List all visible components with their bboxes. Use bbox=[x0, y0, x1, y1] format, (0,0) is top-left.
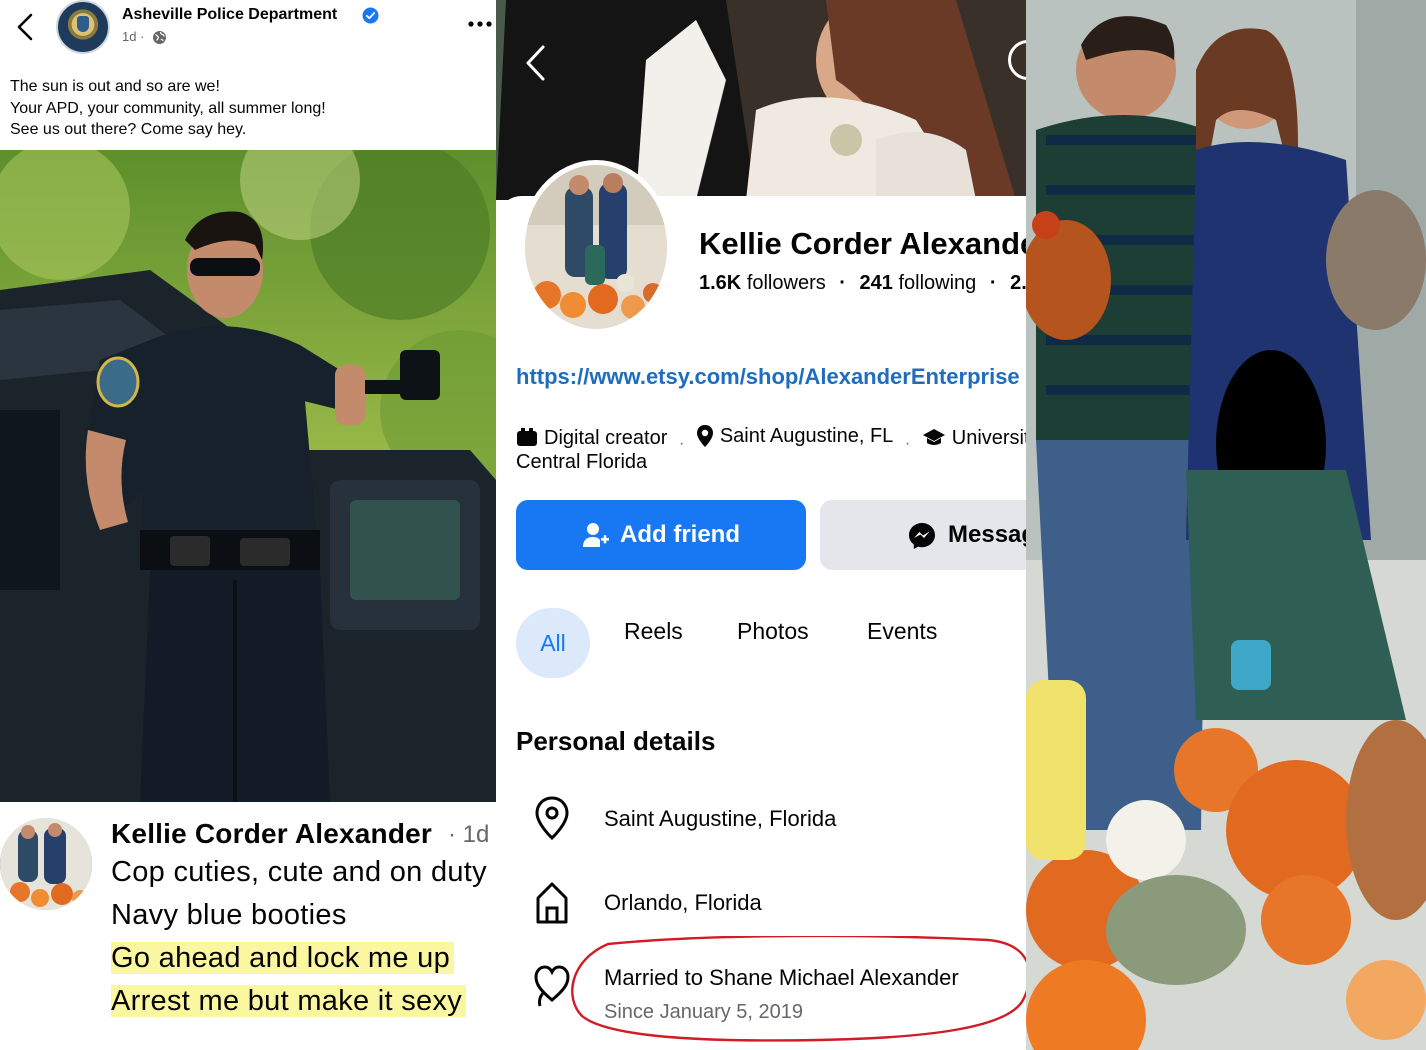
comment-line-text: Arrest me but make it sexy bbox=[111, 985, 467, 1017]
tab-events[interactable]: Events bbox=[867, 618, 937, 645]
followers-count[interactable]: 1.6K bbox=[699, 272, 741, 294]
personal-details-heading: Personal details bbox=[516, 726, 716, 756]
following-count[interactable]: 241 bbox=[860, 272, 893, 294]
family-photo-panel[interactable] bbox=[1026, 0, 1426, 1050]
post-text: The sun is out and so are we! Your APD, … bbox=[10, 76, 490, 141]
comment-line: Navy blue booties bbox=[111, 899, 347, 932]
post-text-line: Your APD, your community, all summer lon… bbox=[10, 99, 326, 117]
police-badge-avatar[interactable] bbox=[56, 0, 110, 54]
current-city[interactable]: Saint Augustine, Florida bbox=[604, 806, 836, 832]
tab-photos[interactable]: Photos bbox=[737, 618, 809, 645]
family-photo-art bbox=[525, 165, 667, 329]
intro-location: Saint Augustine, FL bbox=[696, 424, 893, 448]
comment-line-highlighted: Arrest me but make it sexy bbox=[111, 985, 467, 1018]
followers-label[interactable]: followers bbox=[747, 272, 826, 294]
commenter-name[interactable]: Kellie Corder Alexander bbox=[111, 818, 432, 850]
post-text-line: The sun is out and so are we! bbox=[10, 78, 220, 95]
stat-separator: · bbox=[839, 272, 846, 294]
intro-role: Digital creator bbox=[516, 427, 667, 450]
following-label[interactable]: following bbox=[898, 272, 976, 294]
intro-separator: · bbox=[904, 435, 911, 452]
family-photo-art bbox=[1026, 0, 1426, 1050]
back-chevron-icon[interactable] bbox=[12, 12, 38, 42]
back-chevron-icon[interactable] bbox=[524, 44, 546, 82]
commenter-avatar[interactable] bbox=[0, 818, 92, 910]
comment-line-text: Go ahead and lock me up bbox=[111, 942, 455, 974]
messenger-icon bbox=[909, 523, 935, 549]
comment-line: Cop cuties, cute and on duty bbox=[111, 856, 487, 889]
profile-panel: Kellie Corder Alexander 1.6K followers ·… bbox=[496, 0, 1026, 1050]
globe-icon bbox=[153, 31, 166, 44]
clapperboard-icon bbox=[517, 428, 537, 446]
relationship-heart-icon bbox=[534, 965, 570, 1007]
graduation-cap-icon bbox=[922, 429, 945, 445]
home-outline-icon bbox=[536, 882, 568, 924]
profile-name: Kellie Corder Alexander bbox=[699, 226, 1026, 261]
post-time: 1d bbox=[122, 29, 137, 44]
tab-reels[interactable]: Reels bbox=[624, 618, 683, 645]
comment-line-text: Cop cuties, cute and on duty bbox=[111, 856, 487, 888]
intro-education: Universit bbox=[922, 427, 1026, 450]
comment-line-highlighted: Go ahead and lock me up bbox=[111, 942, 455, 975]
post-header: Asheville Police Department 1d · bbox=[0, 0, 496, 60]
add-friend-label: Add friend bbox=[620, 521, 740, 548]
intro-role-text: Digital creator bbox=[544, 426, 668, 449]
comment-time: · 1d bbox=[448, 821, 490, 848]
red-annotation-circle bbox=[571, 936, 1026, 1042]
meta-separator: · bbox=[140, 29, 145, 44]
page-name[interactable]: Asheville Police Department bbox=[122, 6, 337, 24]
officer-photo-art bbox=[0, 150, 496, 802]
message-label: Messag bbox=[948, 521, 1026, 548]
intro-row: Digital creator · Saint Augustine, FL · … bbox=[516, 424, 1026, 454]
intro-separator: · bbox=[678, 435, 685, 452]
intro-location-text: Saint Augustine, FL bbox=[719, 424, 894, 447]
location-pin-outline-icon bbox=[535, 796, 569, 841]
commenter-avatar-art bbox=[0, 818, 92, 910]
profile-avatar[interactable] bbox=[520, 160, 672, 334]
post-timestamp: 1d · bbox=[122, 29, 144, 44]
post-text-line: See us out there? Come say hey. bbox=[10, 121, 247, 138]
stat-separator: · bbox=[989, 272, 997, 294]
tab-all[interactable]: All bbox=[516, 608, 590, 678]
comment-line-text: Navy blue booties bbox=[111, 899, 347, 931]
profile-link[interactable]: https://www.etsy.com/shop/AlexanderEnter… bbox=[516, 364, 1020, 390]
add-friend-button[interactable]: Add friend bbox=[516, 500, 806, 570]
verified-badge-icon bbox=[362, 7, 379, 24]
intro-education-continued: Central Florida bbox=[516, 451, 648, 473]
location-pin-icon bbox=[696, 425, 713, 447]
comment: Kellie Corder Alexander · 1d Cop cuties,… bbox=[0, 812, 496, 1050]
message-button[interactable]: Messag bbox=[820, 500, 1026, 570]
intro-education-text: Universit bbox=[951, 426, 1026, 449]
police-post-panel: Asheville Police Department 1d · The sun… bbox=[0, 0, 496, 1050]
third-stat[interactable]: 2.3K bbox=[1010, 272, 1026, 294]
more-options-icon[interactable] bbox=[466, 12, 494, 32]
add-friend-icon bbox=[583, 523, 609, 547]
hometown[interactable]: Orlando, Florida bbox=[604, 890, 762, 916]
profile-stats: 1.6K followers · 241 following · 2.3K bbox=[699, 272, 1026, 295]
officer-photo[interactable] bbox=[0, 150, 496, 802]
